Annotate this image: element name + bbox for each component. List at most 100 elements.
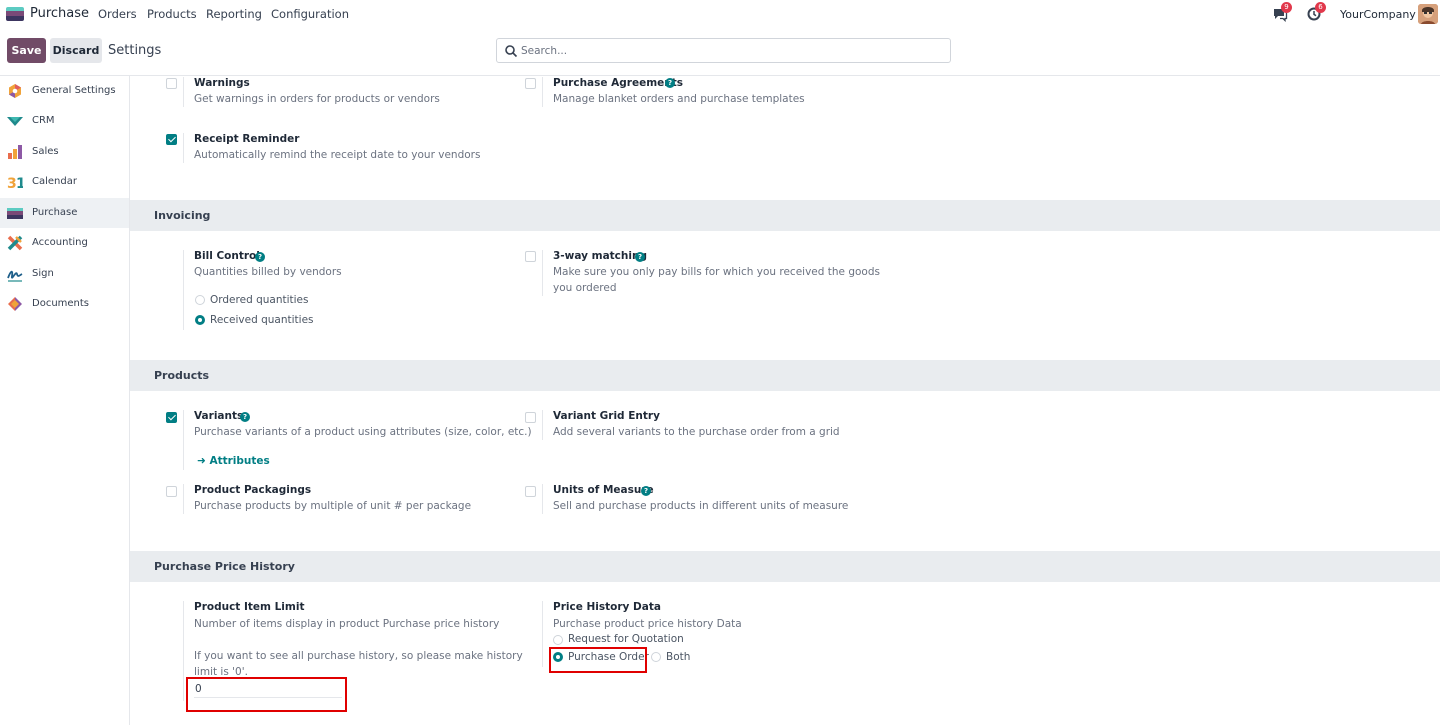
sidebar-item-general-settings[interactable]: General Settings [0,76,129,106]
product-item-limit-input[interactable] [194,681,342,698]
sidebar-item-sales[interactable]: Sales [0,137,129,167]
product-packagings-title: Product Packagings [194,484,312,496]
menu-configuration[interactable]: Configuration [271,7,349,21]
units-of-measure-title: Units of Measure [553,484,654,496]
divider [542,250,543,296]
units-of-measure-description: Sell and purchase products in different … [553,500,849,512]
purchase-order-label[interactable]: Purchase Order [568,651,649,663]
divider [183,77,184,107]
section-header-products: Products [130,360,1440,391]
ordered-quantities-label[interactable]: Ordered quantities [210,294,308,306]
warnings-checkbox[interactable] [166,78,177,89]
sidebar-item-label: CRM [32,115,55,126]
units-of-measure-checkbox[interactable] [525,486,536,497]
accounting-icon [7,235,23,251]
both-radio[interactable] [651,652,661,662]
divider [542,77,543,107]
messages-icon[interactable]: 9 [1272,2,1292,23]
divider [0,75,1440,76]
sidebar-item-label: Documents [32,298,90,309]
sidebar-item-label: Sales [32,146,59,157]
section-header-price-history: Purchase Price History [130,551,1440,582]
three-way-matching-description: you ordered [553,282,617,294]
divider [542,410,543,440]
crm-icon [7,113,23,129]
price-history-data-title: Price History Data [553,601,661,613]
divider [183,133,184,163]
sidebar-item-accounting[interactable]: Accounting [0,228,129,258]
variant-grid-description: Add several variants to the purchase ord… [553,426,840,438]
activities-badge: 6 [1315,2,1326,13]
menu-orders[interactable]: Orders [98,7,137,21]
help-icon[interactable]: ? [641,486,651,496]
warnings-title: Warnings [194,77,250,89]
sales-icon [7,144,23,160]
help-icon[interactable]: ? [255,252,265,262]
settings-sidebar: General Settings CRM Sales 31 Calendar P… [0,76,130,725]
request-for-quotation-radio[interactable] [553,635,563,645]
sidebar-item-crm[interactable]: CRM [0,106,129,136]
menu-products[interactable]: Products [147,7,197,21]
product-item-limit-note: If you want to see all purchase history,… [194,650,523,662]
sidebar-item-sign[interactable]: Sign [0,259,129,289]
variant-grid-checkbox[interactable] [525,412,536,423]
warnings-description: Get warnings in orders for products or v… [194,93,440,105]
help-icon[interactable]: ? [665,78,675,88]
search-icon [504,44,518,58]
arrow-right-icon: ➜ [197,455,210,467]
purchase-icon [7,205,23,221]
search-bar[interactable] [496,38,951,63]
product-item-limit-description: Number of items display in product Purch… [194,618,500,630]
variant-grid-title: Variant Grid Entry [553,410,660,422]
purchase-order-radio[interactable] [553,652,563,662]
three-way-matching-checkbox[interactable] [525,251,536,262]
help-icon[interactable]: ? [635,252,645,262]
received-quantities-label[interactable]: Received quantities [210,314,314,326]
section-header-invoicing: Invoicing [130,200,1440,231]
attributes-link-label: Attributes [209,455,270,467]
three-way-matching-title: 3-way matching [553,250,647,262]
divider [542,484,543,514]
general-settings-icon [7,83,23,99]
help-icon[interactable]: ? [240,412,250,422]
divider [183,410,184,470]
purchase-agreements-checkbox[interactable] [525,78,536,89]
purchase-agreements-title: Purchase Agreements [553,77,684,89]
receipt-reminder-checkbox[interactable] [166,134,177,145]
sidebar-item-purchase[interactable]: Purchase [0,198,129,228]
discard-button[interactable]: Discard [50,38,102,63]
app-name[interactable]: Purchase [30,6,89,21]
received-quantities-radio[interactable] [195,315,205,325]
sidebar-item-calendar[interactable]: 31 Calendar [0,167,129,197]
purchase-app-icon[interactable] [6,7,24,21]
sidebar-item-label: General Settings [32,85,116,96]
attributes-link[interactable]: ➜ Attributes [197,455,270,467]
section-title: Invoicing [154,209,211,222]
variants-checkbox[interactable] [166,412,177,423]
sidebar-item-documents[interactable]: Documents [0,289,129,319]
divider [542,601,543,667]
product-item-limit-title: Product Item Limit [194,601,305,613]
sidebar-item-label: Accounting [32,237,88,248]
section-title: Products [154,369,210,382]
receipt-reminder-title: Receipt Reminder [194,133,300,145]
three-way-matching-description: Make sure you only pay bills for which y… [553,266,880,278]
divider [183,601,184,701]
product-packagings-checkbox[interactable] [166,486,177,497]
top-navbar: Purchase Orders Products Reporting Confi… [0,0,1440,29]
both-label[interactable]: Both [666,651,690,663]
sign-icon [7,266,23,282]
sidebar-item-label: Purchase [32,207,78,218]
purchase-agreements-description: Manage blanket orders and purchase templ… [553,93,805,105]
user-avatar[interactable] [1418,4,1438,24]
sidebar-item-label: Sign [32,268,54,279]
request-for-quotation-label[interactable]: Request for Quotation [568,633,684,645]
company-switcher[interactable]: YourCompany [1340,8,1416,21]
section-title: Purchase Price History [154,560,295,573]
receipt-reminder-description: Automatically remind the receipt date to… [194,149,481,161]
activities-icon[interactable]: 6 [1306,2,1326,22]
search-input[interactable] [521,42,941,59]
save-button[interactable]: Save [7,38,46,63]
menu-reporting[interactable]: Reporting [206,7,262,21]
ordered-quantities-radio[interactable] [195,295,205,305]
